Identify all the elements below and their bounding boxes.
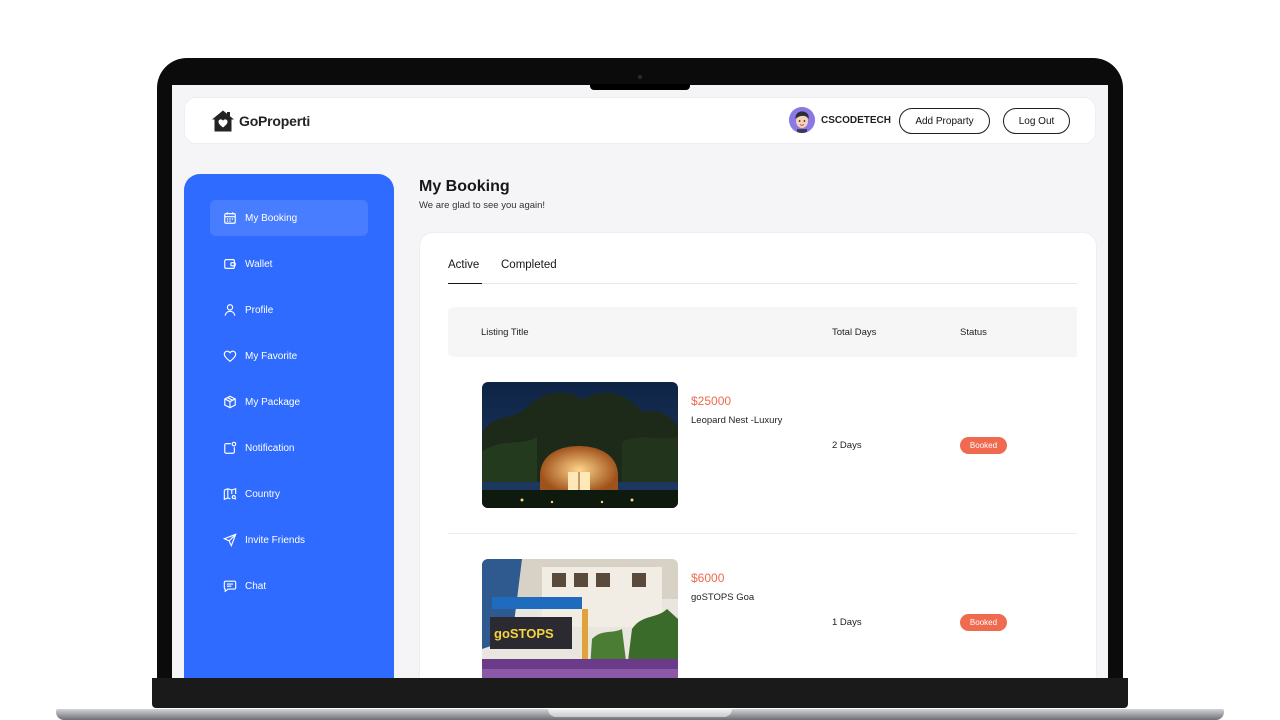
sidebar-item-chat[interactable]: Chat — [210, 568, 368, 604]
sidebar-item-invite-friends[interactable]: Invite Friends — [210, 522, 368, 558]
webcam — [638, 75, 642, 79]
sidebar-item-my-favorite[interactable]: My Favorite — [210, 338, 368, 374]
package-icon — [224, 395, 236, 409]
sidebar-item-label: Wallet — [245, 258, 273, 270]
sidebar-item-label: Chat — [245, 580, 267, 592]
notification-icon — [224, 441, 237, 454]
sidebar: My Booking Wallet Profile My Favorite My… — [184, 174, 394, 678]
listing-total-days: 2 Days — [832, 440, 862, 451]
column-status: Status — [960, 327, 987, 338]
tab-active[interactable]: Active — [448, 259, 482, 284]
listing-image-leopard-nest[interactable] — [482, 382, 678, 508]
page-title: My Booking — [419, 178, 510, 195]
app-name: GoProperti — [239, 113, 311, 129]
house-heart-icon — [212, 110, 234, 132]
listing-title[interactable]: goSTOPS Goa — [691, 592, 754, 603]
laptop-mockup: GoProperti CSCODETECH Add Proparty Log O… — [0, 0, 1280, 720]
add-property-button[interactable]: Add Proparty — [899, 108, 990, 134]
user-profile[interactable]: CSCODETECH — [789, 107, 891, 133]
listing-price: $6000 — [691, 571, 725, 585]
app-logo[interactable]: GoProperti — [211, 109, 310, 133]
app-screen: GoProperti CSCODETECH Add Proparty Log O… — [172, 85, 1108, 678]
sidebar-item-wallet[interactable]: Wallet — [210, 246, 368, 282]
sidebar-item-label: My Favorite — [245, 350, 298, 362]
page-subtitle: We are glad to see you again! — [419, 200, 546, 211]
listing-photo: goSTOPS — [482, 559, 678, 678]
laptop-bezel-bottom — [152, 678, 1128, 708]
column-listing-title: Listing Title — [481, 327, 529, 338]
column-total-days: Total Days — [832, 327, 877, 338]
logout-button[interactable]: Log Out — [1003, 108, 1070, 134]
sidebar-item-label: Invite Friends — [245, 534, 306, 546]
camera-notch — [590, 84, 690, 90]
laptop-base-groove — [548, 709, 732, 717]
status-badge: Booked — [960, 437, 1007, 454]
sidebar-item-my-booking[interactable]: My Booking — [210, 200, 368, 236]
top-header: GoProperti CSCODETECH Add Proparty Log O… — [184, 97, 1096, 144]
listing-image-gostops-goa[interactable]: goSTOPS — [482, 559, 678, 678]
table-header: Listing Title Total Days Status — [448, 307, 1077, 357]
sidebar-item-profile[interactable]: Profile — [210, 292, 368, 328]
chat-icon — [223, 580, 237, 593]
status-badge: Booked — [960, 614, 1007, 631]
row-divider — [448, 533, 1077, 534]
listing-total-days: 1 Days — [832, 617, 862, 628]
sidebar-item-country[interactable]: Country — [210, 476, 368, 512]
username: CSCODETECH — [821, 114, 892, 126]
send-icon — [223, 533, 237, 547]
wallet-icon — [224, 259, 236, 269]
svg-text:goSTOPS: goSTOPS — [494, 626, 554, 641]
sidebar-item-my-package[interactable]: My Package — [210, 384, 368, 420]
sidebar-item-label: My Package — [245, 396, 301, 408]
map-icon — [223, 487, 237, 501]
tab-completed[interactable]: Completed — [501, 259, 557, 284]
sidebar-item-label: Country — [245, 488, 281, 500]
avatar-illustration — [789, 107, 815, 133]
sidebar-item-notification[interactable]: Notification — [210, 430, 368, 466]
calendar-icon — [224, 212, 236, 224]
user-icon — [224, 304, 236, 316]
bookings-card: Active Completed Listing Title Total Day… — [419, 232, 1097, 678]
sidebar-item-label: Notification — [245, 442, 295, 454]
sidebar-item-label: My Booking — [245, 212, 298, 224]
listing-photo — [482, 382, 678, 508]
listing-price: $25000 — [691, 394, 732, 408]
avatar — [789, 107, 815, 133]
booking-tabs: Active Completed — [448, 259, 1077, 284]
sidebar-item-label: Profile — [245, 304, 274, 316]
listing-title[interactable]: Leopard Nest -Luxury — [691, 415, 782, 426]
heart-icon — [223, 350, 237, 362]
